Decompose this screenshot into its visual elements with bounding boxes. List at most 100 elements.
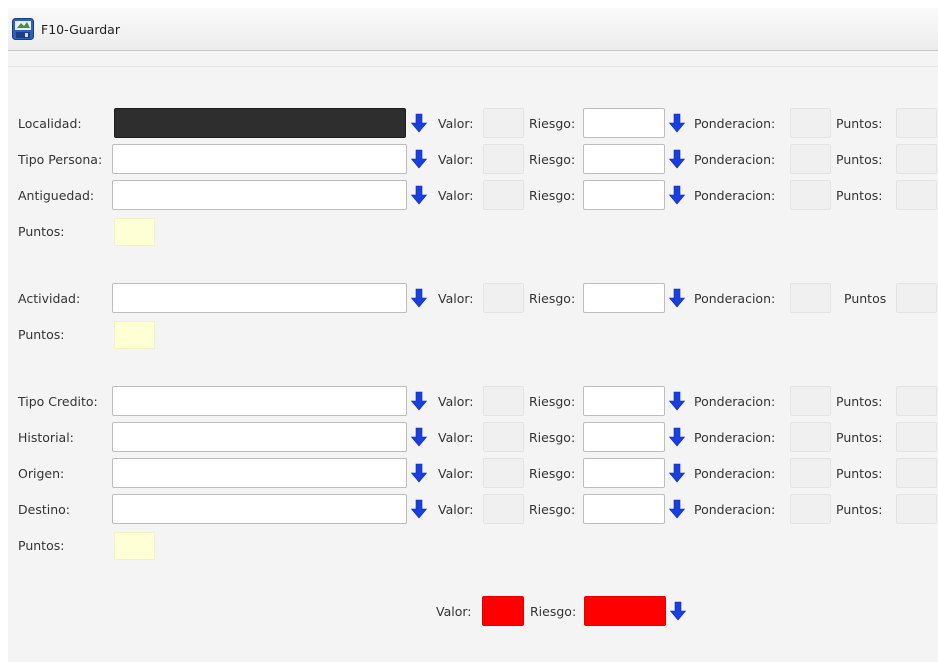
subtotal-label: Puntos: [18, 327, 65, 342]
riesgo-select[interactable] [583, 108, 665, 138]
ponderacion-field [790, 422, 831, 452]
section3-subtotal-row: Puntos: [8, 530, 938, 562]
riesgo-select[interactable] [583, 386, 665, 416]
tipo-persona-select[interactable] [112, 144, 407, 174]
valor-label: Valor: [438, 188, 474, 203]
form-row-tipo-persona: Tipo Persona: Valor: Riesgo: Ponderacion… [8, 144, 938, 176]
field-label: Localidad: [18, 116, 82, 131]
puntos-label: Puntos [844, 291, 887, 306]
form-row-origen: Origen: Valor: Riesgo: Ponderacion: Punt… [8, 458, 938, 490]
field-label: Actividad: [18, 291, 81, 306]
puntos-field [896, 144, 937, 174]
antiguedad-select[interactable] [112, 180, 407, 210]
valor-label: Valor: [438, 466, 474, 481]
localidad-dropdown-arrow-icon[interactable] [409, 111, 429, 135]
tipo-credito-select[interactable] [112, 386, 407, 416]
section2-subtotal-row: Puntos: [8, 319, 938, 351]
summary-row: Valor: Riesgo: [8, 596, 938, 628]
riesgo-select[interactable] [583, 458, 665, 488]
section2-points-total [114, 321, 155, 349]
historial-select[interactable] [112, 422, 407, 452]
riesgo-label: Riesgo: [529, 291, 576, 306]
riesgo-label: Riesgo: [529, 152, 576, 167]
puntos-label: Puntos: [836, 466, 883, 481]
summary-valor-field [482, 596, 524, 626]
tipo-credito-dropdown-arrow-icon[interactable] [409, 389, 429, 413]
ponderacion-label: Ponderacion: [694, 466, 776, 481]
section1-subtotal-row: Puntos: [8, 216, 938, 248]
valor-label: Valor: [438, 152, 474, 167]
field-label: Tipo Credito: [18, 394, 98, 409]
field-label: Tipo Persona: [18, 152, 103, 167]
panel-divider [8, 66, 938, 67]
riesgo-dropdown-arrow-icon[interactable] [667, 147, 687, 171]
form-row-destino: Destino: Valor: Riesgo: Ponderacion: Pun… [8, 494, 938, 526]
riesgo-dropdown-arrow-icon[interactable] [667, 183, 687, 207]
riesgo-label: Riesgo: [529, 394, 576, 409]
actividad-select[interactable] [112, 283, 407, 313]
riesgo-dropdown-arrow-icon[interactable] [667, 461, 687, 485]
riesgo-label: Riesgo: [529, 502, 576, 517]
ponderacion-field [790, 108, 831, 138]
subtotal-label: Puntos: [18, 224, 65, 239]
valor-field [483, 180, 524, 210]
antiguedad-dropdown-arrow-icon[interactable] [409, 183, 429, 207]
puntos-field [896, 422, 937, 452]
save-button[interactable]: F10-Guardar [12, 17, 120, 41]
historial-dropdown-arrow-icon[interactable] [409, 425, 429, 449]
tipo-persona-dropdown-arrow-icon[interactable] [409, 147, 429, 171]
riesgo-dropdown-arrow-icon[interactable] [667, 497, 687, 521]
actividad-dropdown-arrow-icon[interactable] [409, 286, 429, 310]
puntos-label: Puntos: [836, 394, 883, 409]
valor-field [483, 494, 524, 524]
field-label: Historial: [18, 430, 74, 445]
valor-field [483, 283, 524, 313]
ponderacion-label: Ponderacion: [694, 394, 776, 409]
save-label: F10-Guardar [41, 21, 120, 37]
riesgo-dropdown-arrow-icon[interactable] [667, 425, 687, 449]
ponderacion-field [790, 458, 831, 488]
puntos-field [896, 386, 937, 416]
form-row-antiguedad: Antiguedad: Valor: Riesgo: Ponderacion: … [8, 180, 938, 212]
riesgo-select[interactable] [583, 144, 665, 174]
ponderacion-field [790, 283, 831, 313]
ponderacion-field [790, 494, 831, 524]
valor-field [483, 144, 524, 174]
localidad-select[interactable] [114, 108, 406, 138]
toolbar: F10-Guardar [8, 8, 938, 51]
valor-field [483, 108, 524, 138]
origen-dropdown-arrow-icon[interactable] [409, 461, 429, 485]
riesgo-label: Riesgo: [529, 466, 576, 481]
summary-riesgo-dropdown-arrow-icon[interactable] [668, 599, 688, 623]
valor-field [483, 386, 524, 416]
valor-label: Valor: [438, 430, 474, 445]
ponderacion-field [790, 386, 831, 416]
summary-riesgo-select[interactable] [584, 596, 666, 626]
origen-select[interactable] [112, 458, 407, 488]
ponderacion-label: Ponderacion: [694, 430, 776, 445]
ponderacion-label: Ponderacion: [694, 188, 776, 203]
destino-dropdown-arrow-icon[interactable] [409, 497, 429, 521]
valor-label: Valor: [438, 502, 474, 517]
riesgo-select[interactable] [583, 283, 665, 313]
riesgo-dropdown-arrow-icon[interactable] [667, 111, 687, 135]
riesgo-select[interactable] [583, 180, 665, 210]
puntos-field [896, 283, 937, 313]
section1-points-total [114, 218, 155, 246]
ponderacion-label: Ponderacion: [694, 291, 776, 306]
riesgo-select[interactable] [583, 494, 665, 524]
form-row-localidad: Localidad: Valor: Riesgo: Ponderacion: P… [8, 108, 938, 140]
form-row-tipo-credito: Tipo Credito: Valor: Riesgo: Ponderacion… [8, 386, 938, 418]
field-label: Origen: [18, 466, 65, 481]
riesgo-dropdown-arrow-icon[interactable] [667, 286, 687, 310]
puntos-field [896, 108, 937, 138]
riesgo-label: Riesgo: [529, 116, 576, 131]
valor-label: Valor: [438, 394, 474, 409]
section3-points-total [114, 532, 155, 560]
summary-valor-label: Valor: [436, 604, 472, 619]
riesgo-select[interactable] [583, 422, 665, 452]
riesgo-dropdown-arrow-icon[interactable] [667, 389, 687, 413]
puntos-label: Puntos: [836, 430, 883, 445]
destino-select[interactable] [112, 494, 407, 524]
puntos-field [896, 494, 937, 524]
